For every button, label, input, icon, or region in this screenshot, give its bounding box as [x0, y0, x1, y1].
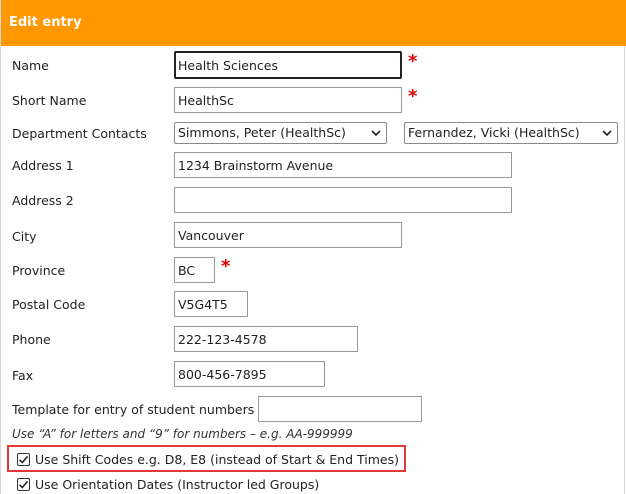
province-required-mark: *	[221, 256, 231, 277]
phone-input[interactable]	[174, 326, 358, 352]
department-contact-2-select[interactable]: Fernandez, Vicki (HealthSc)	[404, 122, 618, 144]
orientation-dates-checkbox[interactable]	[17, 478, 30, 491]
chevron-down-icon	[371, 130, 381, 137]
name-input[interactable]	[174, 51, 402, 79]
address-2-input[interactable]	[174, 187, 512, 213]
shift-codes-label: Use Shift Codes e.g. D8, E8 (instead of …	[35, 452, 399, 467]
department-contact-1-value: Simmons, Peter (HealthSc)	[178, 125, 346, 140]
postal-code-input[interactable]	[174, 291, 248, 317]
short-name-input[interactable]	[174, 87, 402, 113]
checkmark-icon	[18, 480, 29, 489]
postal-code-label: Postal Code	[12, 297, 86, 312]
template-input[interactable]	[258, 396, 422, 422]
address-1-label: Address 1	[12, 158, 74, 173]
shift-codes-option[interactable]: Use Shift Codes e.g. D8, E8 (instead of …	[17, 452, 399, 467]
short-name-required-mark: *	[408, 86, 418, 107]
orientation-dates-option[interactable]: Use Orientation Dates (Instructor led Gr…	[17, 477, 319, 492]
chevron-down-icon	[602, 130, 612, 137]
fax-input[interactable]	[174, 361, 325, 387]
orientation-dates-label: Use Orientation Dates (Instructor led Gr…	[35, 477, 320, 492]
template-hint: Use “A” for letters and “9” for numbers …	[12, 427, 353, 441]
address-2-label: Address 2	[12, 193, 74, 208]
department-contact-1-select[interactable]: Simmons, Peter (HealthSc)	[174, 122, 387, 144]
template-label: Template for entry of student numbers	[12, 402, 255, 417]
panel-header: Edit entry	[1, 0, 626, 46]
province-label: Province	[12, 263, 66, 278]
fax-label: Fax	[12, 368, 34, 383]
address-1-input[interactable]	[174, 152, 512, 178]
name-label: Name	[12, 58, 49, 73]
department-contacts-label: Department Contacts	[12, 126, 147, 141]
edit-entry-panel: Edit entry Name * Short Name * Departmen…	[0, 0, 626, 494]
checkmark-icon	[18, 455, 29, 464]
panel-title: Edit entry	[9, 15, 82, 30]
short-name-label: Short Name	[12, 93, 87, 108]
shift-codes-checkbox[interactable]	[17, 453, 30, 466]
name-required-mark: *	[408, 51, 418, 72]
city-input[interactable]	[174, 222, 402, 248]
department-contact-2-value: Fernandez, Vicki (HealthSc)	[408, 125, 580, 140]
province-input[interactable]	[174, 257, 215, 283]
city-label: City	[12, 229, 37, 244]
phone-label: Phone	[12, 332, 51, 347]
